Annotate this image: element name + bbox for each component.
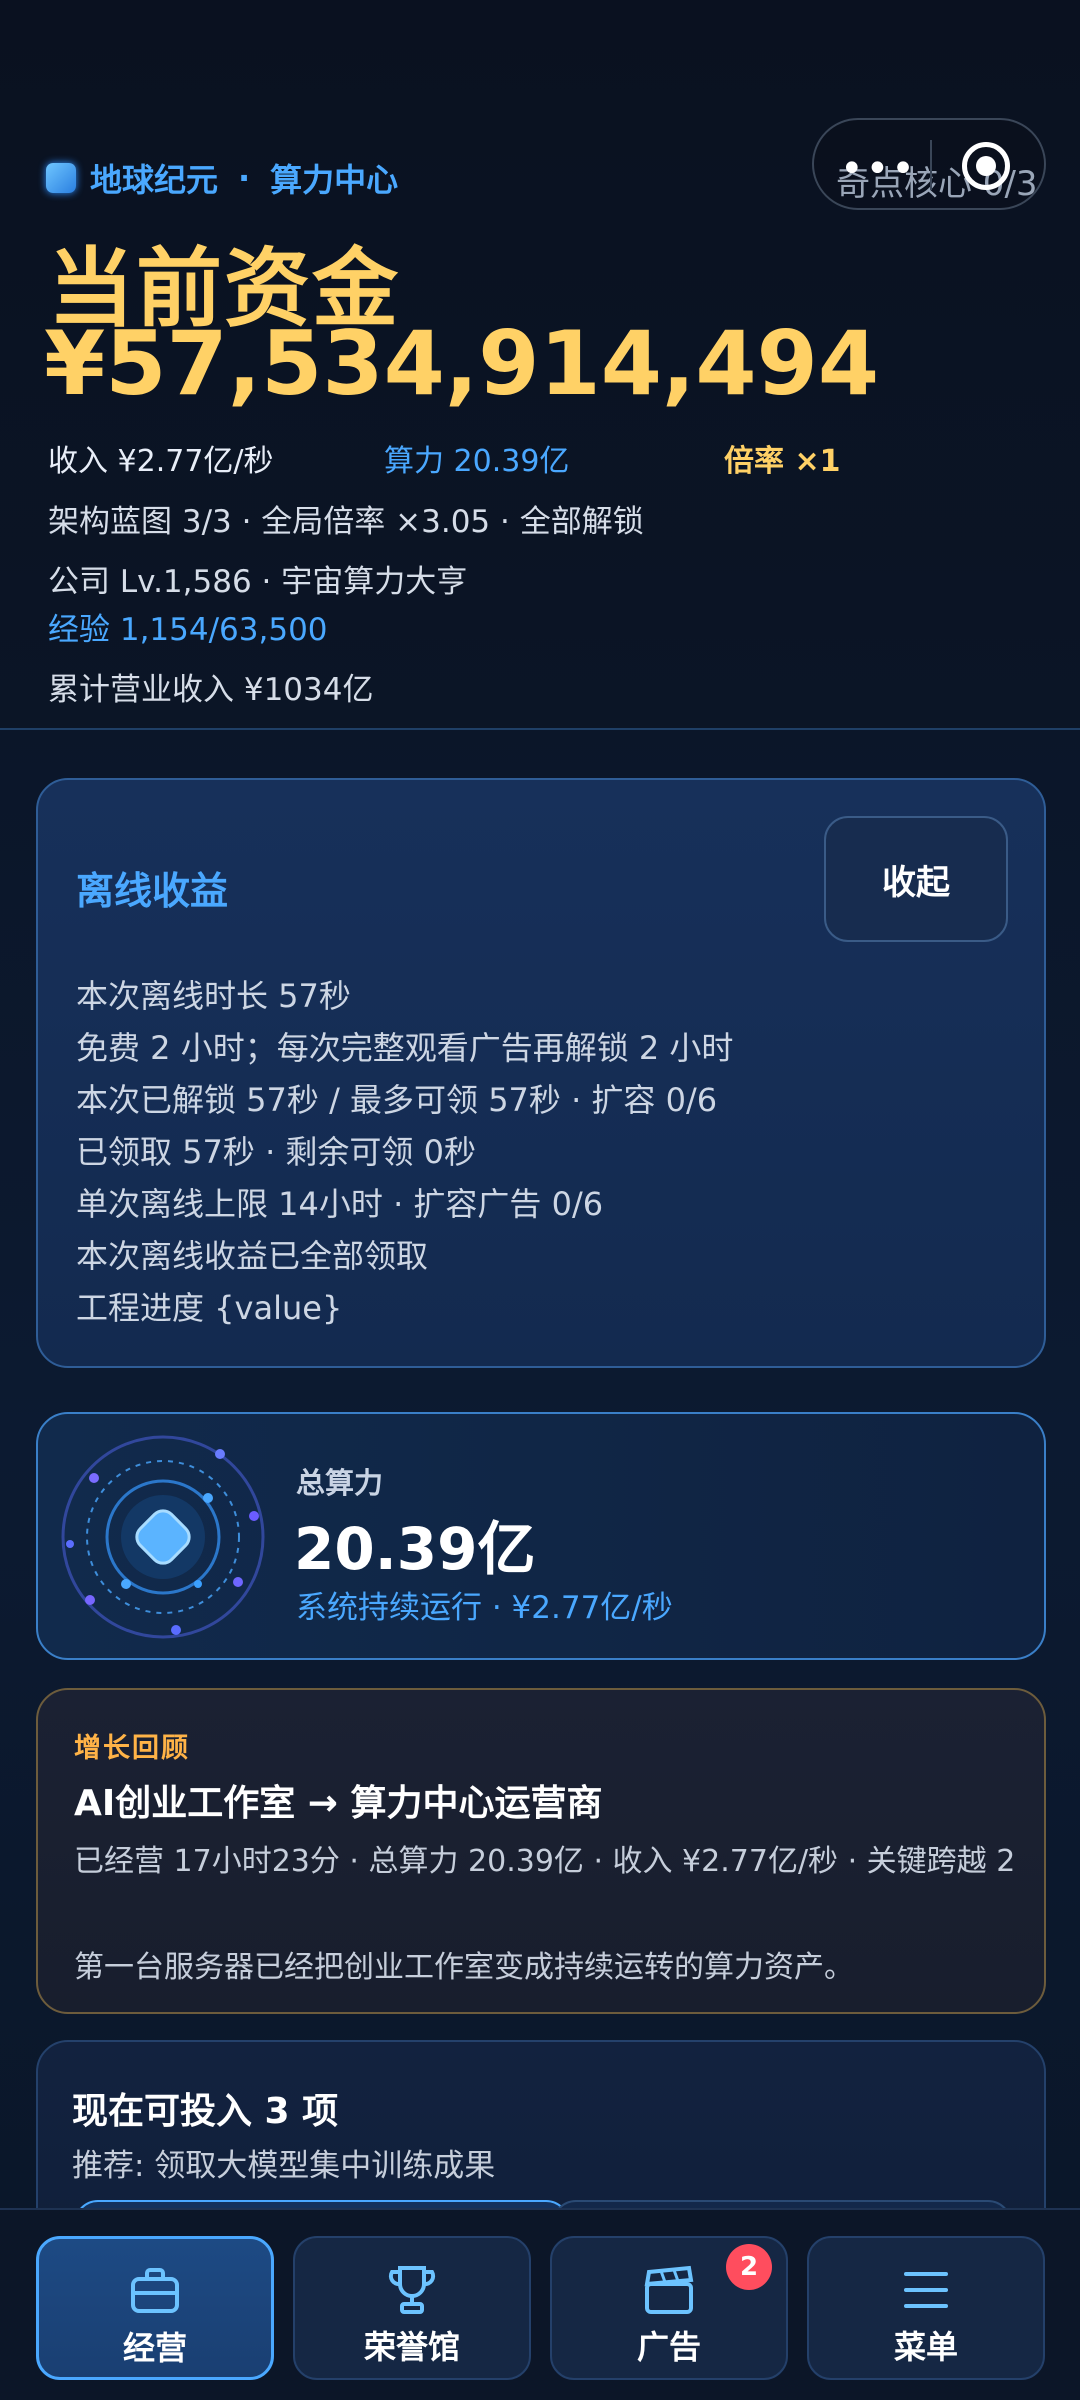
capsule-divider [930, 140, 932, 190]
nav-item-operate[interactable]: 经营 [36, 2236, 274, 2380]
power-status: 系统持续运行 · ¥2.77亿/秒 [296, 1590, 673, 1626]
nav-item-menu[interactable]: 菜单 [807, 2236, 1045, 2380]
clapperboard-icon [644, 2265, 694, 2314]
mini-program-capsule[interactable]: 奇点核心 0/3 ••• [812, 118, 1046, 210]
brand-row: 地球纪元 · 算力中心 [46, 155, 398, 201]
section-name: 算力中心 [270, 161, 399, 199]
nav-item-honor-hall[interactable]: 荣誉馆 [293, 2236, 531, 2380]
nav-label: 广告 [636, 2328, 701, 2366]
collapse-button[interactable]: 收起 [824, 816, 1008, 942]
brand-separator: · [238, 159, 251, 197]
income-stat: 收入 ¥2.77亿/秒 [48, 444, 274, 479]
offline-line: 本次已解锁 57秒 / 最多可领 57秒 · 扩容 0/6 [76, 1081, 718, 1119]
total-power-value: 20.39亿 [294, 1515, 536, 1583]
offline-line: 本次离线时长 57秒 [76, 977, 351, 1015]
briefcase-icon [131, 2268, 179, 2313]
trophy-icon [388, 2266, 436, 2314]
total-power-card[interactable]: 总算力 20.39亿 系统持续运行 · ¥2.77亿/秒 [36, 1412, 1046, 1660]
company-line: 公司 Lv.1,586 · 宇宙算力大亨 [48, 564, 468, 600]
power-core-orb-icon [61, 1435, 265, 1639]
offline-earnings-card: 离线收益 收起 本次离线时长 57秒 免费 2 小时；每次完整观看广告再解锁 2… [36, 778, 1046, 1368]
menu-icon [904, 2272, 948, 2308]
offline-line: 工程进度 {value} [76, 1289, 343, 1327]
offline-line: 免费 2 小时；每次完整观看广告再解锁 2 小时 [76, 1029, 734, 1067]
offline-line: 单次离线上限 14小时 · 扩容广告 0/6 [76, 1185, 604, 1223]
funds-value: ¥57,534,914,494 [44, 312, 880, 415]
invest-title: 现在可投入 3 项 [72, 2091, 339, 2132]
nav-label: 经营 [122, 2329, 187, 2367]
header: 地球纪元 · 算力中心 奇点核心 0/3 ••• 当前资金 ¥57,534,91… [0, 0, 1080, 730]
multiplier-stat[interactable]: 倍率 ×1 [724, 436, 840, 480]
revenue-line: 累计营业收入 ¥1034亿 [48, 672, 374, 708]
growth-title: AI创业工作室 → 算力中心运营商 [74, 1783, 603, 1824]
growth-tag: 增长回顾 [74, 1733, 190, 1764]
nav-item-ads[interactable]: 广告 2 [550, 2236, 788, 2380]
invest-recommendation: 推荐: 领取大模型集中训练成果 [72, 2148, 496, 2184]
offline-line: 本次离线收益已全部领取 [76, 1237, 429, 1275]
blueprint-line: 架构蓝图 3/3 · 全局倍率 ×3.05 · 全部解锁 [48, 504, 644, 540]
experience-line: 经验 1,154/63,500 [48, 612, 328, 648]
growth-stats: 已经营 17小时23分 · 总算力 20.39亿 · 收入 ¥2.77亿/秒 ·… [74, 1844, 1016, 1879]
app-screen: 地球纪元 · 算力中心 奇点核心 0/3 ••• 当前资金 ¥57,534,91… [0, 0, 1080, 2400]
brand-logo-icon [46, 163, 76, 193]
more-options-icon[interactable]: ••• [840, 146, 917, 192]
growth-description: 第一台服务器已经把创业工作室变成持续运转的算力资产。 [74, 1950, 854, 1985]
close-target-icon[interactable] [962, 142, 1010, 190]
offline-line: 已领取 57秒 · 剩余可领 0秒 [76, 1133, 476, 1171]
total-power-label: 总算力 [296, 1466, 384, 1500]
offline-title: 离线收益 [76, 869, 229, 913]
bottom-nav: 经营 荣誉馆 广告 2 菜单 [0, 2208, 1080, 2400]
nav-label: 荣誉馆 [363, 2328, 460, 2366]
brand-name: 地球纪元 [90, 161, 219, 199]
offline-details: 本次离线时长 57秒 免费 2 小时；每次完整观看广告再解锁 2 小时 本次已解… [76, 970, 733, 1334]
notification-badge: 2 [726, 2244, 772, 2290]
power-stat: 算力 20.39亿 [384, 444, 570, 479]
growth-review-card[interactable]: 增长回顾 AI创业工作室 → 算力中心运营商 已经营 17小时23分 · 总算力… [36, 1688, 1046, 2014]
nav-label: 菜单 [893, 2328, 958, 2366]
